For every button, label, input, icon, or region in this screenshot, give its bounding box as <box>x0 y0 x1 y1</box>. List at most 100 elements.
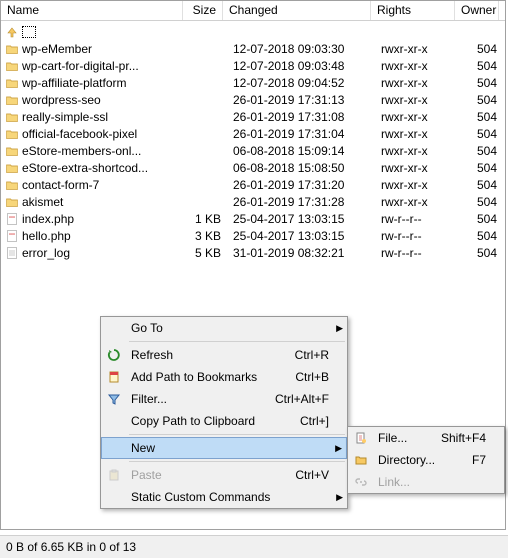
menu-new-label: New <box>127 441 328 455</box>
submenu-arrow-icon: ▶ <box>336 492 343 503</box>
submenu-arrow-icon: ▶ <box>335 443 342 454</box>
folder-icon <box>5 76 19 90</box>
parent-dir-row[interactable]: .. <box>1 23 505 40</box>
submenu-file-shortcut: Shift+F4 <box>421 431 486 445</box>
header-size[interactable]: Size <box>183 1 223 20</box>
file-icon <box>5 246 19 260</box>
file-rights: rwxr-xr-x <box>375 59 459 73</box>
file-rights: rwxr-xr-x <box>375 127 459 141</box>
file-row[interactable]: wp-affiliate-platform 12-07-2018 09:04:52… <box>1 74 505 91</box>
file-row[interactable]: hello.php3 KB25-04-2017 13:03:15rw-r--r-… <box>1 227 505 244</box>
menu-custom-label: Static Custom Commands <box>127 490 329 504</box>
menu-custom-commands[interactable]: Static Custom Commands ▶ <box>101 486 347 508</box>
file-owner: 504 <box>459 144 503 158</box>
header-name[interactable]: Name <box>1 1 183 20</box>
menu-copy-path[interactable]: Copy Path to Clipboard Ctrl+] <box>101 410 347 432</box>
menu-paste-shortcut: Ctrl+V <box>275 468 329 482</box>
file-changed: 12-07-2018 09:03:48 <box>227 59 375 73</box>
file-size: 1 KB <box>187 212 227 226</box>
submenu-link-label: Link... <box>374 475 486 489</box>
status-bar: 0 B of 6.65 KB in 0 of 13 <box>0 535 508 558</box>
file-row[interactable]: index.php1 KB25-04-2017 13:03:15rw-r--r-… <box>1 210 505 227</box>
context-menu: Go To ▶ Refresh Ctrl+R Add Path to Bookm… <box>100 316 348 509</box>
file-owner: 504 <box>459 161 503 175</box>
menu-refresh-label: Refresh <box>127 348 275 362</box>
file-size: 5 KB <box>187 246 227 260</box>
file-owner: 504 <box>459 110 503 124</box>
folder-icon <box>5 178 19 192</box>
file-row[interactable]: wordpress-seo26-01-2019 17:31:13rwxr-xr-… <box>1 91 505 108</box>
menu-add-bookmark-shortcut: Ctrl+B <box>275 370 329 384</box>
file-changed: 26-01-2019 17:31:13 <box>227 93 375 107</box>
file-changed: 25-04-2017 13:03:15 <box>227 229 375 243</box>
file-owner: 504 <box>459 59 503 73</box>
file-row[interactable]: wp-eMember12-07-2018 09:03:30rwxr-xr-x50… <box>1 40 505 57</box>
menu-copy-path-shortcut: Ctrl+] <box>280 414 329 428</box>
file-row[interactable]: error_log5 KB31-01-2019 08:32:21rw-r--r-… <box>1 244 505 261</box>
folder-icon <box>5 42 19 56</box>
menu-goto[interactable]: Go To ▶ <box>101 317 347 339</box>
file-rights: rwxr-xr-x <box>375 144 459 158</box>
file-name: official-facebook-pixel <box>22 127 137 141</box>
file-name: wordpress-seo <box>22 93 101 107</box>
file-changed: 26-01-2019 17:31:20 <box>227 178 375 192</box>
file-owner: 504 <box>459 42 503 56</box>
header-changed[interactable]: Changed <box>223 1 371 20</box>
file-row[interactable]: eStore-extra-shortcod...06-08-2018 15:08… <box>1 159 505 176</box>
file-name: eStore-members-onl... <box>22 144 141 158</box>
menu-separator <box>129 434 345 435</box>
header-owner[interactable]: Owner <box>455 1 499 20</box>
menu-refresh[interactable]: Refresh Ctrl+R <box>101 344 347 366</box>
file-row[interactable]: official-facebook-pixel26-01-2019 17:31:… <box>1 125 505 142</box>
submenu-file-label: File... <box>374 431 421 445</box>
filter-icon <box>101 392 127 406</box>
folder-icon <box>5 161 19 175</box>
paste-icon <box>101 468 127 482</box>
file-row[interactable]: contact-form-726-01-2019 17:31:20rwxr-xr… <box>1 176 505 193</box>
link-icon <box>348 475 374 489</box>
menu-paste: Paste Ctrl+V <box>101 464 347 486</box>
file-owner: 504 <box>459 93 503 107</box>
file-name: index.php <box>22 212 74 226</box>
file-rights: rwxr-xr-x <box>375 195 459 209</box>
folder-icon <box>5 59 19 73</box>
file-name: wp-eMember <box>22 42 92 56</box>
file-name: wp-affiliate-platform <box>22 76 126 90</box>
file-rights: rwxr-xr-x <box>375 76 459 90</box>
header-rights[interactable]: Rights <box>371 1 455 20</box>
file-owner: 504 <box>459 178 503 192</box>
submenu-dir-label: Directory... <box>374 453 452 467</box>
file-row[interactable]: akismet26-01-2019 17:31:28rwxr-xr-x504 <box>1 193 505 210</box>
menu-add-bookmark[interactable]: Add Path to Bookmarks Ctrl+B <box>101 366 347 388</box>
new-file-icon <box>348 431 374 445</box>
file-rights: rwxr-xr-x <box>375 178 459 192</box>
folder-icon <box>5 195 19 209</box>
submenu-new-file[interactable]: File... Shift+F4 <box>348 427 504 449</box>
bookmark-icon <box>101 370 127 384</box>
submenu-new-directory[interactable]: Directory... F7 <box>348 449 504 471</box>
menu-separator <box>129 461 345 462</box>
file-icon <box>5 212 19 226</box>
folder-icon <box>5 127 19 141</box>
menu-refresh-shortcut: Ctrl+R <box>275 348 329 362</box>
menu-new[interactable]: New ▶ <box>101 437 347 459</box>
file-size: 3 KB <box>187 229 227 243</box>
file-icon <box>5 229 19 243</box>
file-rights: rwxr-xr-x <box>375 161 459 175</box>
file-changed: 12-07-2018 09:03:30 <box>227 42 375 56</box>
parent-dir-selection <box>22 26 36 38</box>
file-rights: rw-r--r-- <box>375 246 459 260</box>
file-row[interactable]: wp-cart-for-digital-pr...12-07-2018 09:0… <box>1 57 505 74</box>
file-row[interactable]: really-simple-ssl26-01-2019 17:31:08rwxr… <box>1 108 505 125</box>
submenu-arrow-icon: ▶ <box>336 323 343 334</box>
menu-add-bookmark-label: Add Path to Bookmarks <box>127 370 275 384</box>
menu-filter-label: Filter... <box>127 392 255 406</box>
file-changed: 12-07-2018 09:04:52 <box>227 76 375 90</box>
new-folder-icon <box>348 453 374 467</box>
submenu-new-link: Link... <box>348 471 504 493</box>
up-arrow-icon <box>5 25 19 39</box>
file-rights: rw-r--r-- <box>375 229 459 243</box>
menu-filter[interactable]: Filter... Ctrl+Alt+F <box>101 388 347 410</box>
file-row[interactable]: eStore-members-onl...06-08-2018 15:09:14… <box>1 142 505 159</box>
file-owner: 504 <box>459 246 503 260</box>
